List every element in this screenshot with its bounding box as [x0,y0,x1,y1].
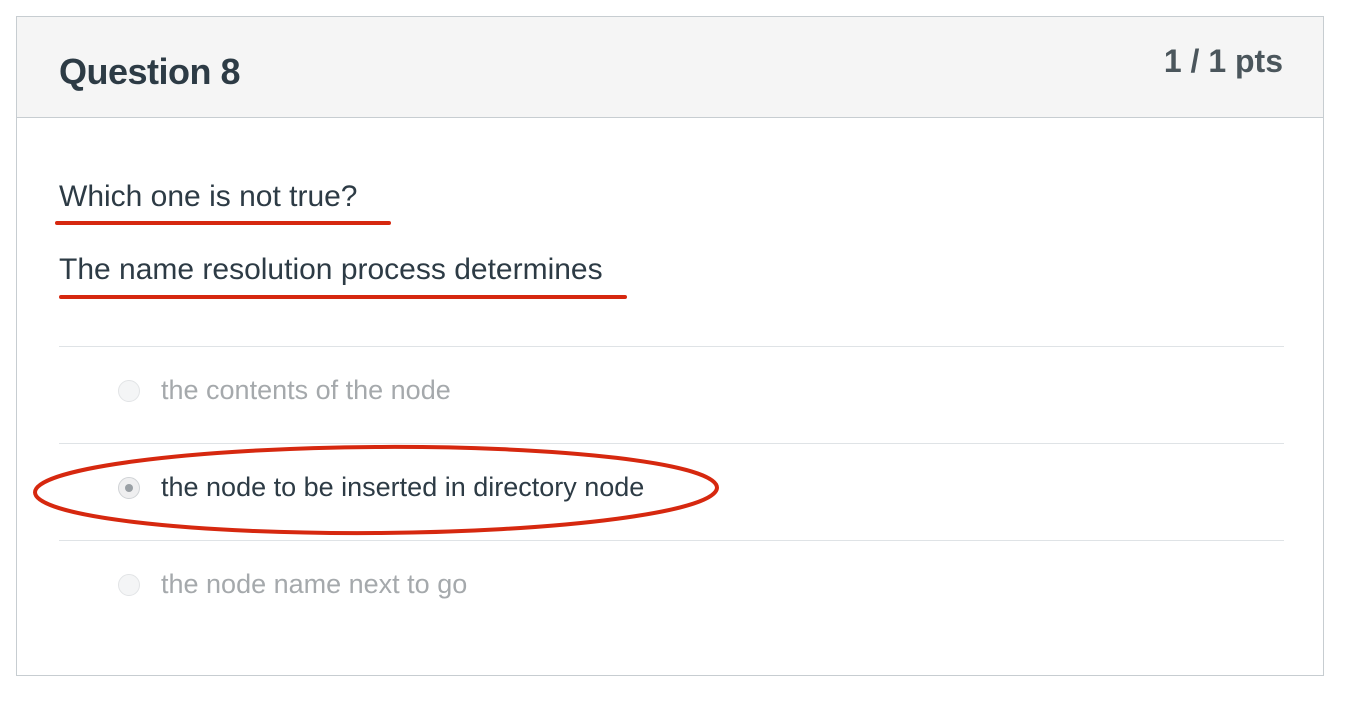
question-text-line2: The name resolution process determines [59,253,603,286]
answer-divider [59,346,1284,347]
radio-button[interactable] [118,574,140,596]
question-title: Question 8 [59,51,241,92]
question-header: Question 8 1 / 1 pts [17,17,1323,118]
answer-divider [59,540,1284,541]
question-points: 1 / 1 pts [1163,43,1283,79]
red-underline-annotation [55,221,391,225]
question-card: Question 8 1 / 1 pts Which one is not tr… [16,16,1324,676]
radio-button[interactable] [118,380,140,402]
question-text-line1: Which one is not true? [59,180,358,213]
red-underline-annotation [59,295,627,299]
answer-label: the node name next to go [161,569,468,599]
answer-label: the contents of the node [161,375,451,405]
red-circle-annotation [33,444,719,536]
